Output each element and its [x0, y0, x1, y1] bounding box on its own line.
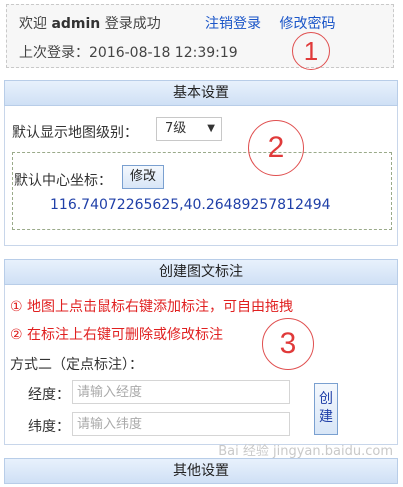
center-coordinate-group — [12, 152, 392, 230]
longitude-label: 经度： — [28, 387, 70, 403]
zoom-level-value: 7级 — [165, 121, 187, 136]
account-links: 注销登录 修改密码 — [205, 13, 349, 33]
annotation-circle-3: 3 — [262, 318, 314, 370]
longitude-input[interactable] — [72, 380, 290, 404]
last-login-text: 上次登录：2016-08-18 12:39:19 — [19, 45, 238, 61]
latitude-input[interactable] — [72, 412, 290, 436]
annotation-circle-1: 1 — [292, 32, 330, 70]
edit-center-button[interactable]: 修改 — [122, 165, 164, 189]
center-coordinate-value: 116.74072265625,40.26489257812494 — [50, 197, 331, 213]
zoom-level-label: 默认显示地图级别： — [12, 125, 138, 141]
basic-settings-header[interactable]: 基本设置 — [4, 80, 398, 106]
create-marker-button[interactable]: 创 建 — [314, 383, 338, 435]
create-button-line-2: 建 — [319, 409, 333, 425]
marker-hint-2: ② 在标注上右键可删除或修改标注 — [10, 327, 224, 343]
create-button-line-1: 创 — [319, 391, 333, 407]
watermark-text: Bai 经验 jingyan.baidu.com — [218, 444, 393, 459]
annotation-circle-2: 2 — [248, 120, 304, 176]
change-password-link[interactable]: 修改密码 — [279, 16, 335, 32]
method-two-label: 方式二（定点标注）： — [10, 357, 143, 373]
marker-hint-1: ① 地图上点击鼠标右键添加标注，可自由拖拽 — [10, 299, 293, 315]
zoom-level-select[interactable]: 7级 ▼ — [156, 117, 222, 141]
create-marker-header[interactable]: 创建图文标注 — [4, 259, 398, 285]
center-coordinate-label: 默认中心坐标： — [14, 173, 112, 189]
welcome-prefix: 欢迎 — [19, 16, 47, 32]
logout-link[interactable]: 注销登录 — [205, 16, 261, 32]
login-panel: 欢迎 admin 登录成功 注销登录 修改密码 上次登录：2016-08-18 … — [6, 4, 394, 68]
welcome-text: 欢迎 admin 登录成功 — [19, 13, 161, 33]
other-settings-header[interactable]: 其他设置 — [4, 458, 398, 484]
latitude-label: 纬度： — [28, 419, 70, 435]
username: admin — [51, 16, 101, 32]
dropdown-arrow-icon: ▼ — [207, 123, 215, 134]
welcome-suffix: 登录成功 — [104, 16, 161, 32]
